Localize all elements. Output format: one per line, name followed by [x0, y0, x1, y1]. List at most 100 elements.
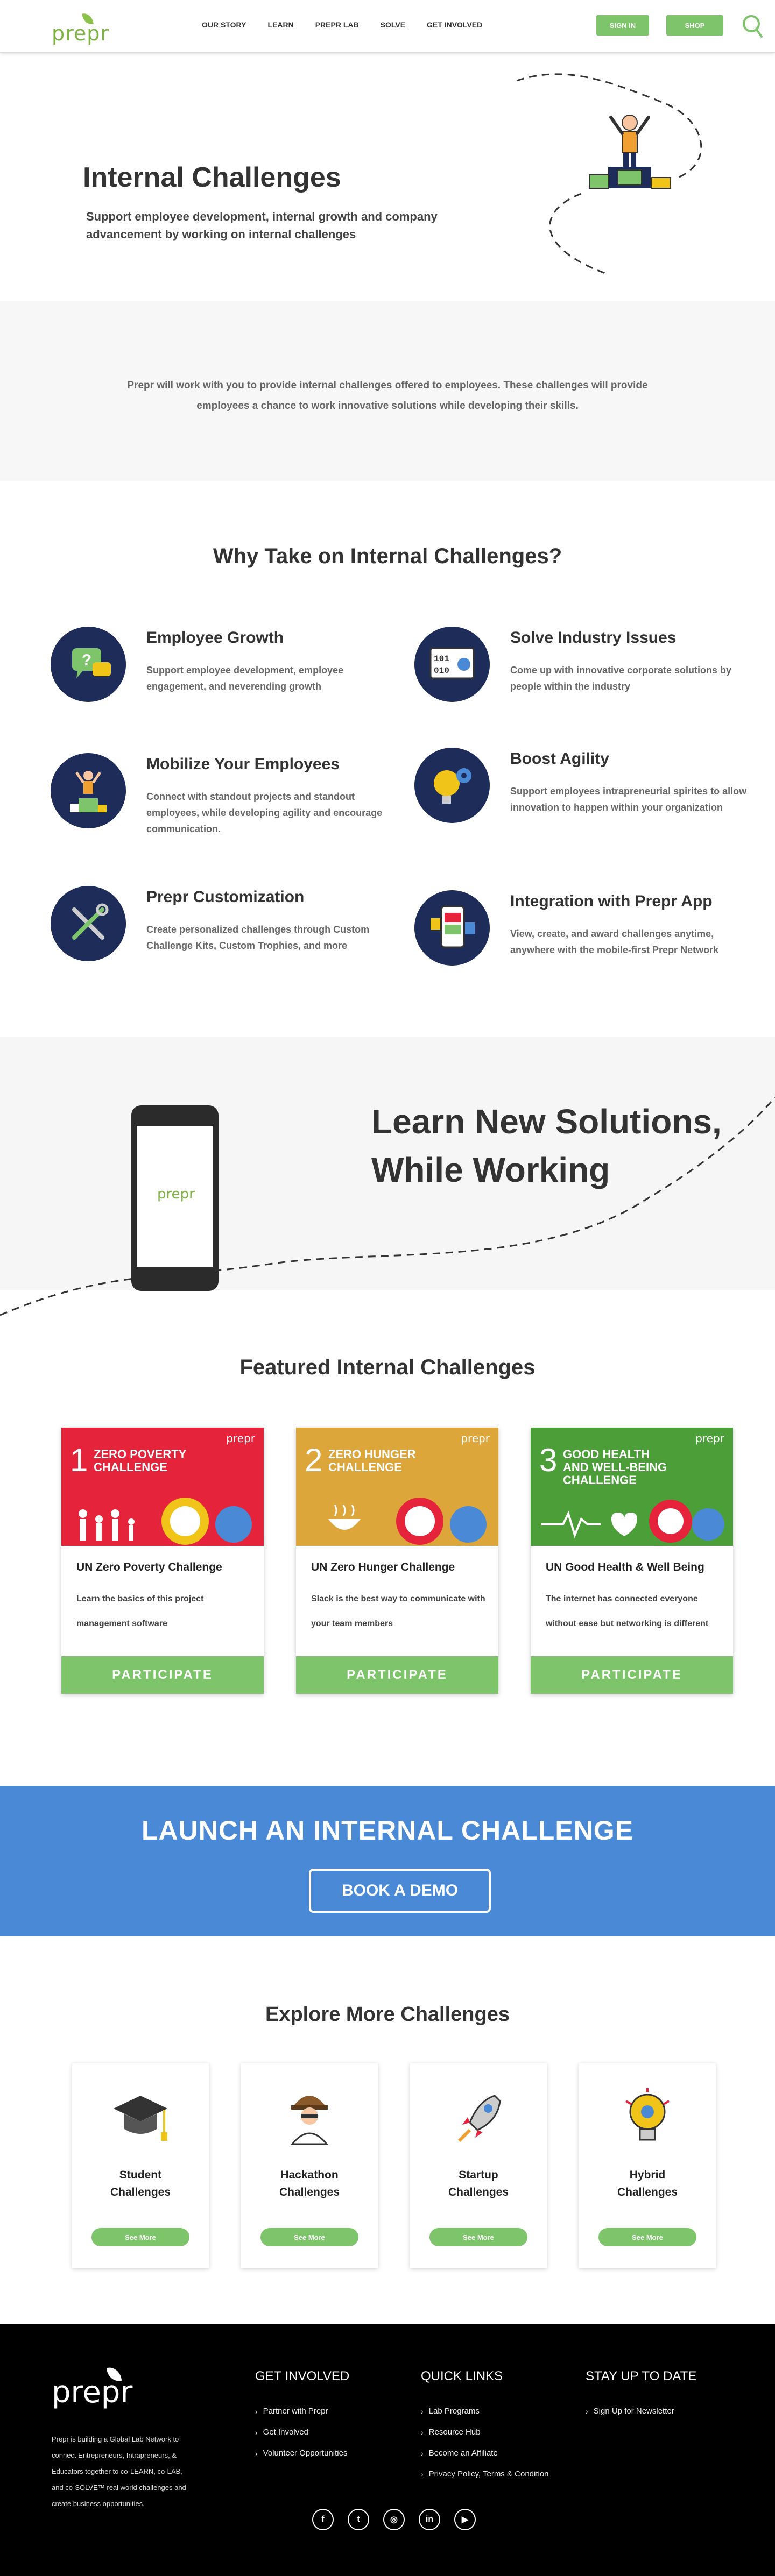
- footer-col-stay-up-to-date: STAY UP TO DATE › Sign Up for Newsletter: [586, 2369, 696, 2428]
- sdg-wheel-image: [328, 1498, 487, 1545]
- explore-card-title-line: Student: [119, 2169, 162, 2181]
- page: prepr OUR STORY LEARN PREPR LAB SOLVE GE…: [0, 0, 775, 2576]
- feature-desc: Support employee development, employee e…: [146, 665, 344, 692]
- learn-title: Learn New Solutions, While Working: [371, 1102, 722, 1189]
- footer-link-label: Partner with Prepr: [263, 2407, 328, 2416]
- explore-card: Hackathon Challenges See More: [241, 2063, 378, 2268]
- footer-blurb: Prepr is building a Global Lab Network t…: [52, 2435, 186, 2508]
- feature-solve-industry: 101 010 Solve Industry Issues Come up wi…: [414, 627, 737, 718]
- feature-title: Prepr Customization: [146, 888, 305, 906]
- footer-link[interactable]: › Sign Up for Newsletter: [586, 2407, 696, 2416]
- feature-desc: View, create, and award challenges anyti…: [510, 928, 719, 955]
- footer-link[interactable]: › Privacy Policy, Terms & Condition: [421, 2469, 549, 2479]
- explore-card: Student Challenges See More: [72, 2063, 209, 2268]
- graduation-cap-icon: [114, 2096, 167, 2141]
- footer-col-quick-links: QUICK LINKS › Lab Programs › Resource Hub …: [421, 2369, 549, 2490]
- goal-label: GOOD HEALTH AND WELL-BEING CHALLENGE: [563, 1447, 667, 1487]
- launch-band: LAUNCH AN INTERNAL CHALLENGE BOOK A DEMO: [0, 1786, 775, 1936]
- nav-link-prepr-lab[interactable]: PREPR LAB: [315, 20, 359, 29]
- card-brand: prepr: [461, 1432, 490, 1445]
- phone-illustration: prepr: [131, 1105, 219, 1291]
- binary-monitor-icon: 101 010: [414, 627, 490, 702]
- lightbulb-icon: [625, 2088, 670, 2141]
- nav-link-learn[interactable]: LEARN: [267, 20, 293, 29]
- card-image: 2 ZERO HUNGER CHALLENGE prepr: [296, 1428, 498, 1546]
- explore-card-title-line: Hybrid: [629, 2169, 666, 2181]
- explore-card-title-line: Challenges: [279, 2186, 340, 2198]
- nav-link-our-story[interactable]: OUR STORY: [202, 20, 246, 29]
- explore-card-title-line: Challenges: [448, 2186, 509, 2198]
- footer-link-label: Privacy Policy, Terms & Condition: [428, 2469, 549, 2479]
- footer-link[interactable]: › Partner with Prepr: [255, 2407, 349, 2416]
- nav-link-solve[interactable]: SOLVE: [381, 20, 405, 29]
- footer-logo[interactable]: prepr: [52, 2366, 159, 2410]
- footer-link[interactable]: › Volunteer Opportunities: [255, 2449, 349, 2458]
- explore-card-title-line: Startup: [459, 2169, 498, 2181]
- participate-button[interactable]: PARTICIPATE: [531, 1656, 733, 1694]
- intro-band: Prepr will work with you to provide inte…: [0, 301, 775, 481]
- footer-logo-text: prepr: [52, 2375, 133, 2410]
- sign-in-button[interactable]: SIGN IN: [596, 15, 649, 36]
- goal-label: ZERO HUNGER CHALLENGE: [328, 1447, 416, 1474]
- svg-text:101: 101: [434, 654, 449, 664]
- explore-card-title: Startup Challenges: [410, 2167, 547, 2201]
- feature-title: Integration with Prepr App: [510, 892, 713, 910]
- footer-link-label: Resource Hub: [428, 2428, 481, 2437]
- mobile-app-icon: [414, 890, 490, 966]
- search-icon[interactable]: [742, 14, 763, 38]
- linkedin-icon[interactable]: in: [419, 2509, 440, 2530]
- footer-col-title: STAY UP TO DATE: [586, 2369, 697, 2383]
- card-desc: The internet has connected everyone with…: [546, 1594, 709, 1628]
- card-desc: Learn the basics of this project managem…: [76, 1594, 204, 1628]
- shop-button[interactable]: SHOP: [666, 15, 723, 36]
- explore-card-title: Hackathon Challenges: [241, 2167, 378, 2201]
- see-more-button[interactable]: See More: [91, 2228, 189, 2246]
- rocket-icon: [457, 2095, 501, 2142]
- lightbulb-gear-icon: [414, 748, 490, 823]
- prepr-logo[interactable]: prepr: [52, 12, 111, 45]
- participate-button[interactable]: PARTICIPATE: [61, 1656, 264, 1694]
- explore-section-title: Explore More Challenges: [265, 2003, 510, 2026]
- youtube-icon[interactable]: ▶: [454, 2509, 476, 2530]
- footer-col-get-involved: GET INVOLVED › Partner with Prepr › Get In…: [255, 2369, 349, 2469]
- explore-card-title: Hybrid Challenges: [579, 2167, 716, 2201]
- see-more-button[interactable]: See More: [260, 2228, 358, 2246]
- footer-link[interactable]: › Become an Affiliate: [421, 2449, 549, 2458]
- intro-text: Prepr will work with you to provide inte…: [127, 380, 648, 411]
- challenge-card: 1 ZERO POVERTY CHALLENGE prepr UN Zero P…: [61, 1428, 264, 1694]
- participate-button[interactable]: PARTICIPATE: [296, 1656, 498, 1694]
- facebook-icon[interactable]: f: [312, 2509, 334, 2530]
- card-image: 1 ZERO POVERTY CHALLENGE prepr: [61, 1428, 264, 1546]
- footer: prepr Prepr is building a Global Lab Net…: [0, 2324, 775, 2576]
- why-section-title: Why Take on Internal Challenges?: [213, 544, 562, 568]
- card-title: UN Zero Hunger Challenge: [311, 1561, 455, 1573]
- footer-link[interactable]: › Resource Hub: [421, 2428, 549, 2437]
- card-desc: Slack is the best way to communicate wit…: [311, 1594, 485, 1628]
- explore-card-title-line: Challenges: [617, 2186, 678, 2198]
- chevron-right-icon: ›: [421, 2428, 424, 2437]
- see-more-button[interactable]: See More: [429, 2228, 527, 2246]
- page-title: Internal Challenges: [83, 162, 341, 193]
- twitter-icon[interactable]: t: [348, 2509, 369, 2530]
- footer-link[interactable]: › Get Involved: [255, 2428, 349, 2437]
- launch-title: LAUNCH AN INTERNAL CHALLENGE: [141, 1815, 634, 1846]
- feature-employee-growth: ? Employee Growth Support employee devel…: [51, 627, 374, 718]
- footer-link-label: Volunteer Opportunities: [263, 2449, 348, 2458]
- feature-customization: Prepr Customization Create personalized …: [51, 886, 374, 977]
- winner-podium-icon: [51, 753, 126, 828]
- goal-number: 3: [539, 1442, 558, 1478]
- feature-desc: Support employees intrapreneurial spirit…: [510, 786, 747, 813]
- nav-link-get-involved[interactable]: GET INVOLVED: [427, 20, 482, 29]
- featured-section-title: Featured Internal Challenges: [239, 1356, 536, 1379]
- instagram-icon[interactable]: ◎: [383, 2509, 405, 2530]
- footer-link[interactable]: › Lab Programs: [421, 2407, 549, 2416]
- sdg-wheel-image: [541, 1500, 724, 1543]
- explore-card-title: Student Challenges: [72, 2167, 209, 2201]
- card-title: UN Zero Poverty Challenge: [76, 1561, 222, 1573]
- see-more-button[interactable]: See More: [598, 2228, 696, 2246]
- footer-link-label: Sign Up for Newsletter: [593, 2407, 674, 2416]
- top-nav: prepr OUR STORY LEARN PREPR LAB SOLVE GE…: [0, 0, 775, 53]
- book-demo-button[interactable]: BOOK A DEMO: [309, 1869, 491, 1913]
- explore-card: Hybrid Challenges See More: [579, 2063, 716, 2268]
- chevron-right-icon: ›: [586, 2407, 588, 2416]
